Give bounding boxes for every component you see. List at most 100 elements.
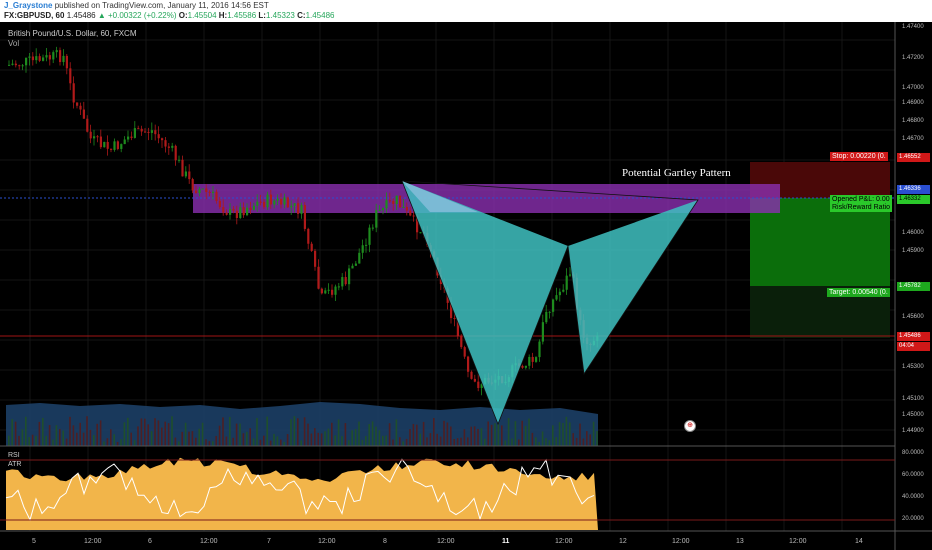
author-link[interactable]: J_Graystone [4, 1, 52, 10]
candle-body [538, 341, 541, 358]
volume-bar [8, 435, 10, 446]
gartley-xab-triangle [402, 181, 568, 424]
volume-bar [361, 439, 364, 446]
candle-body [21, 65, 24, 67]
candle-body [290, 205, 293, 208]
candle-body [249, 207, 252, 210]
volume-bar [494, 423, 496, 446]
candle-body [300, 205, 303, 214]
x-label: 12:00 [318, 538, 336, 545]
candle-body [558, 291, 561, 296]
price-chart[interactable] [0, 22, 932, 550]
candle-body [286, 197, 289, 208]
volume-bar [490, 424, 493, 446]
pattern-label: Potential Gartley Pattern [622, 167, 731, 179]
y-label: 1.47000 [902, 85, 924, 91]
volume-bar [436, 433, 438, 446]
x-label: 13 [736, 538, 744, 545]
volume-bar [239, 423, 241, 446]
candle-body [569, 274, 572, 276]
volume-bar [127, 417, 129, 446]
candle-body [266, 194, 269, 208]
candle-body [399, 195, 402, 208]
candle-body [361, 245, 364, 253]
candle-body [259, 201, 262, 203]
volume-bar [456, 438, 459, 446]
candle-body [147, 131, 150, 133]
volume-bar [358, 421, 360, 446]
volume-bar [225, 436, 228, 446]
volume-bar [569, 422, 571, 446]
volume-bar [460, 437, 462, 446]
volume-bar [205, 439, 207, 446]
volume-bar [286, 434, 289, 446]
volume-bar [195, 437, 197, 446]
volume-bar [348, 440, 350, 446]
candle-body [405, 206, 408, 211]
volume-bar [188, 431, 190, 446]
volume-bar [467, 437, 469, 446]
candle-body [201, 188, 204, 190]
rsi-legend: RSI [8, 452, 20, 459]
candle-body [280, 198, 283, 205]
candle-body [59, 50, 62, 63]
volume-bar [388, 423, 391, 446]
volume-bar [201, 422, 204, 446]
candle-body [38, 56, 41, 61]
y-label: 1.46800 [902, 118, 924, 124]
candle-body [76, 102, 79, 106]
publish-header: J_Graystone published on TradingView.com… [0, 0, 932, 22]
volume-bar [235, 423, 238, 446]
osc-label: 60.0000 [902, 472, 924, 478]
uk-flag-icon[interactable]: ⊕ [684, 420, 696, 432]
volume-bar [144, 418, 146, 446]
volume-bar [575, 437, 578, 446]
stop-price-tag: 1.46552 [897, 153, 930, 162]
candle-body [263, 201, 266, 208]
candle-body [463, 347, 466, 357]
candle-body [283, 197, 286, 205]
candle-body [25, 57, 28, 66]
y-label: 1.46700 [902, 136, 924, 142]
candle-body [235, 210, 238, 218]
candle-body [371, 227, 374, 229]
candle-body [341, 277, 344, 287]
symbol-interval: FX:GBPUSD, 60 [4, 11, 65, 20]
candle-body [552, 299, 555, 312]
x-label: 6 [148, 538, 152, 545]
y-label: 1.47200 [902, 55, 924, 61]
volume-bar [334, 435, 336, 446]
candle-body [48, 55, 51, 60]
volume-bar [123, 422, 126, 446]
candle-body [382, 208, 385, 211]
volume-bar [232, 437, 234, 446]
volume-bar [249, 428, 251, 446]
volume-bar [215, 435, 217, 446]
volume-bar [320, 433, 323, 446]
volume-bar [368, 424, 370, 446]
volume-bar [38, 421, 41, 446]
volume-bar [524, 425, 527, 446]
candle-body [86, 118, 89, 132]
volume-bar [293, 416, 296, 446]
candle-body [541, 322, 544, 342]
candle-body [191, 179, 194, 191]
y-label: 1.45900 [902, 248, 924, 254]
volume-bar [28, 437, 30, 446]
candle-body [113, 141, 116, 150]
candle-body [157, 134, 160, 139]
volume-bar [541, 431, 544, 446]
candle-body [470, 371, 473, 379]
volume-bar [327, 428, 330, 446]
candle-body [548, 311, 551, 313]
volume-bar [154, 418, 156, 446]
volume-bar [453, 439, 455, 446]
volume-bar [52, 439, 54, 446]
symbol-legend: British Pound/U.S. Dollar, 60, FXCM [8, 29, 137, 38]
candle-body [208, 191, 211, 193]
volume-bar [331, 422, 333, 446]
candle-body [215, 191, 218, 201]
candle-body [11, 63, 14, 65]
volume-bar [565, 416, 568, 446]
candle-body [161, 138, 164, 141]
